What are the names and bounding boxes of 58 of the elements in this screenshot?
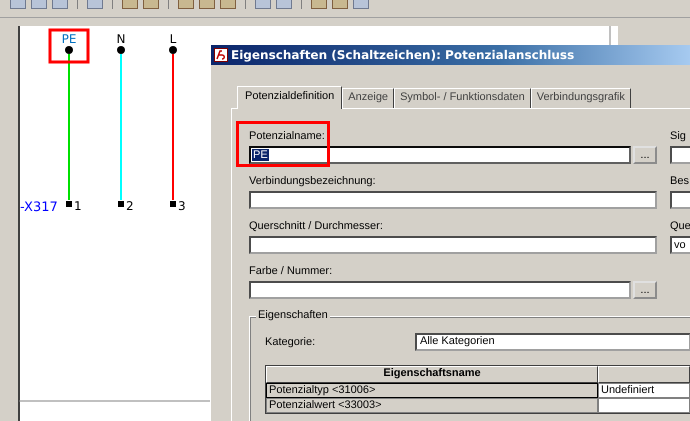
input-field[interactable]: PE [249, 146, 631, 164]
toolbar-icon[interactable] [255, 0, 271, 9]
highlight-frame [48, 28, 90, 64]
field-label: Sig [670, 130, 687, 143]
category-dropdown[interactable]: Alle Kategorien [415, 333, 690, 351]
group-title: Eigenschaften [256, 309, 330, 321]
toolbar-icon[interactable] [52, 0, 68, 9]
field-label: Bes [670, 175, 690, 188]
tab[interactable]: Anzeige [342, 88, 394, 108]
toolbar-icon[interactable] [276, 0, 292, 9]
toolbar-icon[interactable] [353, 0, 369, 9]
tab[interactable]: Potenzialdefinition [237, 86, 342, 109]
field-label: Que [670, 220, 690, 233]
device-tag: -X317 [20, 200, 58, 215]
app-icon [214, 48, 228, 62]
field-label: Farbe / Nummer: [249, 265, 334, 278]
table-cell: Potenzialtyp <31006> [266, 383, 598, 398]
connection-dot [117, 46, 125, 54]
toolbar-icon[interactable] [332, 0, 348, 9]
browse-button[interactable]: ... [633, 146, 657, 164]
tab[interactable]: Verbindungsgrafik [530, 88, 631, 108]
field-label: Querschnitt / Durchmesser: [249, 220, 384, 233]
potential-label: L [170, 32, 176, 46]
connection-dot [65, 46, 73, 54]
input-field[interactable] [670, 146, 690, 164]
terminal-square [66, 201, 72, 207]
input-field[interactable]: vo [670, 236, 690, 254]
tab[interactable]: Symbol- / Funktionsdaten [394, 88, 531, 108]
toolbar-icon[interactable] [31, 0, 47, 9]
toolbar-icon[interactable] [199, 0, 215, 9]
table-cell: Potenzialwert <33003> [266, 398, 598, 413]
toolbar-icon[interactable] [87, 0, 103, 9]
toolbar-icon[interactable] [10, 0, 26, 9]
toolbar-icon[interactable] [143, 0, 159, 9]
input-field[interactable] [670, 191, 690, 209]
input-field[interactable] [249, 191, 657, 209]
field-label: Potenzialname: [249, 130, 326, 143]
table-cell[interactable] [598, 398, 690, 413]
field-label: Kategorie: [265, 336, 316, 348]
terminal-number: 1 [74, 199, 82, 213]
terminal-number: 3 [178, 199, 186, 213]
column-header: Eigenschaftsname [266, 366, 598, 383]
toolbar-icon[interactable] [311, 0, 327, 9]
terminal-number: 2 [126, 199, 134, 213]
toolbar-icon[interactable] [178, 0, 194, 9]
potential-label: PE [62, 32, 76, 46]
window-title: Eigenschaften (Schaltzeichen): Potenzialanschluss [231, 48, 574, 62]
input-field[interactable] [249, 236, 657, 254]
browse-button[interactable]: ... [633, 281, 657, 299]
connection-dot [169, 46, 177, 54]
input-field[interactable] [249, 281, 631, 299]
toolbar-icon[interactable] [220, 0, 236, 9]
potential-label: N [116, 32, 126, 46]
field-label: Verbindungsbezeichnung: [249, 175, 377, 188]
terminal-square [170, 201, 176, 207]
terminal-square [118, 201, 124, 207]
toolbar-icon[interactable] [122, 0, 138, 9]
table-cell[interactable]: Undefiniert [598, 383, 690, 398]
